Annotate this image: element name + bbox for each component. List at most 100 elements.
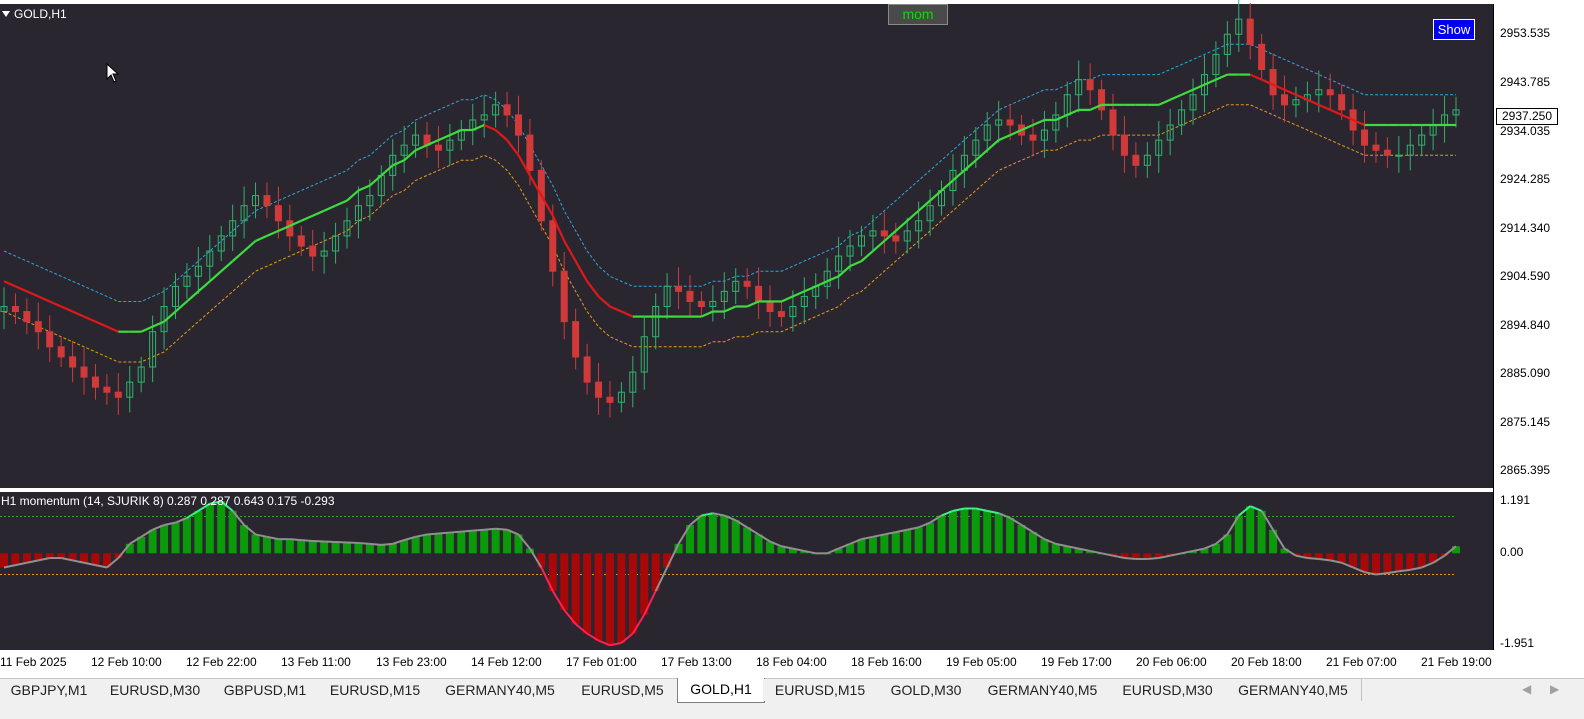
candle-body — [1110, 110, 1116, 135]
tab[interactable]: EURUSD,M15 — [763, 679, 878, 701]
tab[interactable]: GBPUSD,M1 — [212, 679, 319, 701]
histogram-bar — [11, 553, 19, 565]
chevron-right-icon[interactable]: ▶ — [1550, 682, 1559, 696]
tab[interactable]: EURUSD,M30 — [1110, 679, 1226, 701]
histogram-bar — [206, 504, 214, 554]
histogram-bar — [171, 523, 179, 554]
histogram-bar — [366, 544, 374, 553]
histogram-bar — [720, 516, 728, 554]
histogram-bar — [457, 532, 465, 554]
momentum-segment — [1319, 559, 1330, 560]
histogram-bar — [926, 523, 934, 554]
time-tick: 17 Feb 01:00 — [566, 655, 637, 669]
candle-body — [504, 105, 510, 115]
candle-body — [550, 221, 556, 271]
histogram-bar — [1372, 553, 1380, 574]
candle-body — [1384, 150, 1390, 155]
chart-area[interactable]: GOLD,H1 mom Show H1 momentum (14, SJURIK… — [0, 0, 1584, 676]
show-button[interactable]: Show — [1433, 19, 1475, 40]
histogram-bar — [194, 511, 202, 553]
tab[interactable]: GERMANY40,M5 — [1225, 679, 1362, 701]
histogram-bar — [160, 525, 168, 553]
indicator-label: H1 momentum (14, SJURIK 8) 0.287 0.287 0… — [1, 494, 335, 508]
momentum-segment — [450, 532, 461, 533]
tab[interactable]: EURUSD,M30 — [98, 679, 213, 701]
time-tick: 14 Feb 12:00 — [471, 655, 542, 669]
candle-body — [596, 382, 602, 397]
histogram-bar — [880, 534, 888, 553]
histogram-bar — [709, 513, 717, 553]
candle-body — [92, 377, 98, 387]
time-tick: 21 Feb 19:00 — [1421, 655, 1492, 669]
time-tick: 13 Feb 23:00 — [376, 655, 447, 669]
chevron-left-icon[interactable]: ◀ — [1522, 682, 1531, 696]
price-tick: 2934.035 — [1500, 124, 1550, 138]
histogram-bar — [1406, 553, 1414, 570]
histogram-bar — [915, 527, 923, 553]
chart-canvas[interactable] — [0, 0, 1584, 676]
histogram-bar — [892, 532, 900, 553]
histogram-bar — [480, 530, 488, 554]
histogram-bar — [1395, 553, 1403, 571]
indicator-tick: 1.191 — [1500, 493, 1530, 507]
histogram-bar — [389, 544, 397, 553]
histogram-bar — [949, 511, 957, 553]
histogram-bar — [595, 553, 603, 640]
chevron-down-icon[interactable] — [2, 11, 10, 17]
chart-tab-bar: GBPJPY,M1EURUSD,M30GBPUSD,M1EURUSD,M15GE… — [0, 678, 1584, 719]
histogram-bar — [263, 537, 271, 554]
tab-active[interactable]: GOLD,H1 — [677, 678, 765, 703]
candle-body — [81, 367, 87, 377]
candle-body — [527, 135, 533, 170]
histogram-bar — [217, 501, 225, 553]
candle-body — [676, 286, 682, 291]
momentum-segment — [438, 533, 449, 534]
candle-body — [1270, 70, 1276, 95]
histogram-bar — [434, 534, 442, 554]
candle-body — [47, 332, 53, 347]
candle-body — [12, 307, 18, 312]
histogram-bar — [423, 534, 431, 553]
histogram-bar — [446, 533, 454, 554]
histogram-bar — [697, 516, 705, 554]
histogram-bar — [983, 511, 991, 553]
time-tick: 12 Feb 10:00 — [91, 655, 162, 669]
tab[interactable]: GERMANY40,M5 — [975, 679, 1111, 701]
tab[interactable]: EURUSD,M15 — [318, 679, 433, 701]
candle-body — [893, 236, 899, 241]
histogram-bar — [1383, 553, 1391, 573]
histogram-bar — [229, 511, 237, 553]
time-tick: 13 Feb 11:00 — [281, 655, 351, 669]
symbol-label[interactable]: GOLD,H1 — [0, 6, 67, 22]
candle-body — [1327, 90, 1333, 95]
time-tick: 12 Feb 22:00 — [186, 655, 257, 669]
cursor-arrow-icon — [106, 63, 120, 83]
mom-button[interactable]: mom — [888, 4, 948, 25]
momentum-segment — [496, 529, 507, 530]
candle-body — [1259, 44, 1265, 69]
candle-body — [698, 301, 704, 306]
candle-body — [1396, 155, 1402, 156]
histogram-bar — [309, 541, 317, 553]
histogram-bar — [412, 537, 420, 554]
price-tick: 2943.785 — [1500, 75, 1550, 89]
price-tick: 2885.090 — [1500, 366, 1550, 380]
momentum-segment — [484, 529, 495, 530]
histogram-bar — [617, 553, 625, 643]
tab[interactable]: GOLD,M30 — [877, 679, 976, 701]
histogram-bar — [354, 543, 362, 553]
candle-body — [287, 221, 293, 236]
histogram-bar — [606, 553, 614, 645]
histogram-bar — [972, 509, 980, 554]
candle-body — [115, 392, 121, 397]
symbol-text: GOLD,H1 — [14, 7, 67, 21]
price-tick: 2904.590 — [1500, 269, 1550, 283]
price-tick: 2875.145 — [1500, 415, 1550, 429]
time-tick: 18 Feb 04:00 — [756, 655, 827, 669]
momentum-segment — [1124, 558, 1135, 559]
tab[interactable]: GERMANY40,M5 — [432, 679, 569, 701]
tab[interactable]: EURUSD,M5 — [568, 679, 678, 701]
tab[interactable]: GBPJPY,M1 — [0, 679, 99, 701]
momentum-segment — [461, 531, 472, 532]
histogram-bar — [629, 553, 637, 633]
